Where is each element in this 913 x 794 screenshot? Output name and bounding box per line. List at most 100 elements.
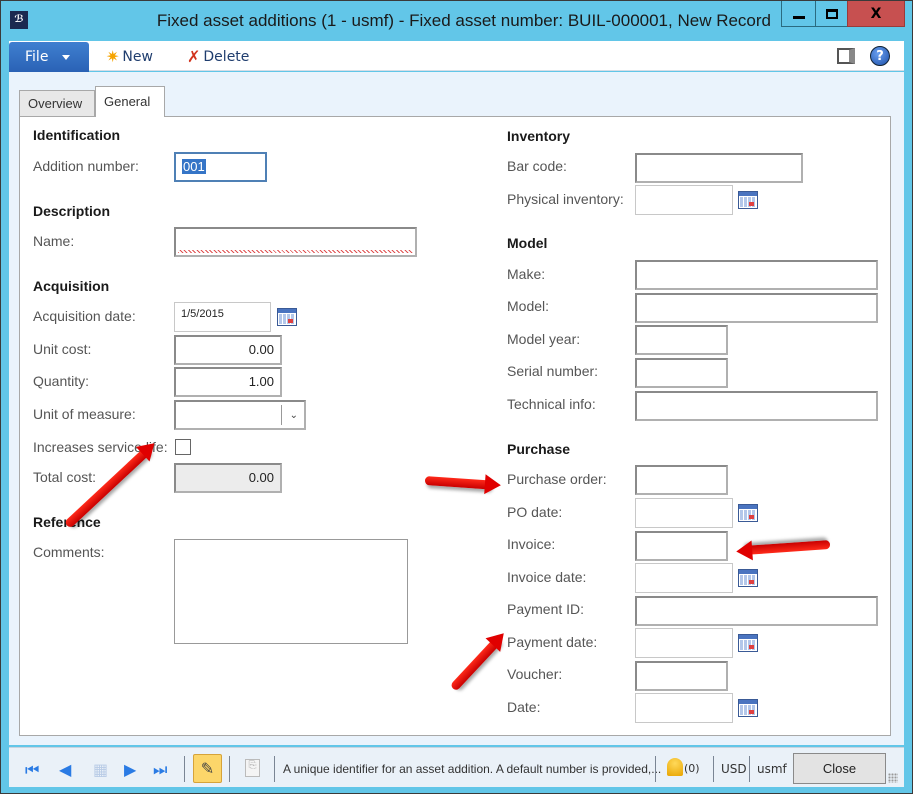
model-field[interactable] — [635, 293, 878, 323]
physical-inventory-label: Physical inventory: — [507, 191, 624, 207]
edit-mode-button[interactable]: ✎ — [193, 754, 222, 783]
comments-label: Comments: — [33, 544, 105, 560]
invoice-field[interactable] — [635, 531, 728, 561]
previous-record-icon[interactable]: ◀ — [59, 760, 71, 779]
last-record-icon[interactable]: ⏭ — [153, 760, 167, 780]
make-field[interactable] — [635, 260, 878, 290]
payment-id-field[interactable] — [635, 596, 878, 626]
quantity-label: Quantity: — [33, 373, 90, 389]
payment-date-field[interactable] — [635, 628, 733, 658]
total-cost-field: 0.00 — [174, 463, 282, 493]
invoice-date-label: Invoice date: — [507, 569, 587, 585]
new-label: New — [122, 48, 153, 65]
comments-textarea[interactable] — [174, 539, 408, 644]
dropdown-separator — [281, 405, 282, 425]
first-record-icon[interactable]: ⏮ — [25, 760, 39, 780]
calendar-icon[interactable] — [738, 191, 758, 209]
date-field[interactable] — [635, 693, 733, 723]
calendar-icon[interactable] — [277, 308, 297, 326]
grid-view-icon[interactable]: ▦ — [93, 760, 108, 779]
increases-service-life-checkbox[interactable] — [175, 439, 191, 455]
unit-of-measure-label: Unit of measure: — [33, 406, 136, 422]
notification-count: (0) — [684, 762, 700, 775]
total-cost-label: Total cost: — [33, 469, 97, 485]
attachments-icon[interactable]: ⎘ — [245, 759, 260, 777]
minimize-icon — [792, 16, 805, 19]
serial-number-label: Serial number: — [507, 363, 599, 379]
title-bar: ℬ Fixed asset additions (1 - usmf) - Fix… — [1, 1, 912, 39]
addition-number-label: Addition number: — [33, 158, 139, 174]
description-heading: Description — [33, 203, 111, 219]
form-content: Overview General Identification Addition… — [9, 72, 904, 745]
technical-info-field[interactable] — [635, 391, 878, 421]
model-year-field[interactable] — [635, 325, 728, 355]
divider — [274, 756, 275, 782]
tab-overview[interactable]: Overview — [19, 90, 95, 116]
pencil-icon: ✎ — [200, 759, 215, 778]
minimize-button[interactable] — [781, 1, 816, 27]
maximize-button[interactable] — [815, 1, 848, 27]
divider — [749, 756, 750, 782]
serial-number-field[interactable] — [635, 358, 728, 388]
model-year-label: Model year: — [507, 331, 581, 347]
bar-code-field[interactable] — [635, 153, 803, 183]
addition-number-field[interactable]: 001 — [174, 152, 267, 182]
notification-bell-icon[interactable] — [667, 758, 683, 776]
next-record-icon[interactable]: ▶ — [124, 760, 136, 779]
tab-general[interactable]: General — [95, 86, 165, 117]
payment-id-label: Payment ID: — [507, 601, 585, 617]
quantity-field[interactable]: 1.00 — [174, 367, 282, 397]
file-menu-button[interactable]: File — [9, 42, 89, 72]
file-label: File — [25, 49, 49, 65]
close-icon: X — [870, 5, 882, 22]
new-star-icon: ✷ — [106, 47, 120, 66]
calendar-icon[interactable] — [738, 634, 758, 652]
purchase-order-field[interactable] — [635, 465, 728, 495]
calendar-icon[interactable] — [738, 699, 758, 717]
date-label: Date: — [507, 699, 541, 715]
company-indicator: usmf — [757, 762, 787, 776]
divider — [184, 756, 185, 782]
window: ℬ Fixed asset additions (1 - usmf) - Fix… — [0, 0, 913, 794]
help-icon[interactable]: ? — [870, 46, 890, 66]
technical-info-label: Technical info: — [507, 396, 596, 412]
delete-x-icon: ✗ — [187, 47, 201, 66]
window-title: Fixed asset additions (1 - usmf) - Fixed… — [156, 11, 771, 30]
bar-code-label: Bar code: — [507, 158, 567, 174]
calendar-icon[interactable] — [738, 569, 758, 587]
voucher-field[interactable] — [635, 661, 728, 691]
invoice-date-field[interactable] — [635, 563, 733, 593]
inventory-heading: Inventory — [507, 128, 571, 144]
close-button[interactable]: Close — [793, 753, 886, 784]
purchase-heading: Purchase — [507, 441, 571, 457]
unit-of-measure-dropdown[interactable]: ⌄ — [174, 400, 306, 430]
new-button[interactable]: ✷ New — [106, 47, 153, 66]
divider — [229, 756, 230, 782]
chevron-down-icon — [62, 54, 71, 60]
calendar-icon[interactable] — [738, 504, 758, 522]
make-label: Make: — [507, 266, 546, 282]
payment-date-label: Payment date: — [507, 634, 598, 650]
acquisition-date-label: Acquisition date: — [33, 308, 136, 324]
unit-cost-label: Unit cost: — [33, 341, 92, 357]
name-field[interactable] — [174, 227, 417, 257]
resize-grip-icon[interactable] — [888, 773, 898, 783]
identification-heading: Identification — [33, 127, 121, 143]
delete-label: Delete — [203, 48, 250, 65]
invoice-label: Invoice: — [507, 536, 556, 552]
unit-cost-field[interactable]: 0.00 — [174, 335, 282, 365]
general-tab-panel: Identification Addition number: 001 Desc… — [19, 116, 891, 736]
addition-number-value: 001 — [182, 159, 206, 174]
field-help-text: A unique identifier for an asset additio… — [283, 762, 662, 776]
chevron-down-icon[interactable]: ⌄ — [290, 410, 298, 421]
acquisition-date-field[interactable]: 1/5/2015 — [174, 302, 271, 332]
po-date-label: PO date: — [507, 504, 563, 520]
layout-panel-icon[interactable] — [837, 48, 855, 64]
physical-inventory-field[interactable] — [635, 185, 733, 215]
po-date-field[interactable] — [635, 498, 733, 528]
voucher-label: Voucher: — [507, 666, 563, 682]
acquisition-heading: Acquisition — [33, 278, 110, 294]
close-window-button[interactable]: X — [847, 1, 905, 27]
divider — [655, 756, 656, 782]
delete-button[interactable]: ✗ Delete — [187, 47, 249, 66]
